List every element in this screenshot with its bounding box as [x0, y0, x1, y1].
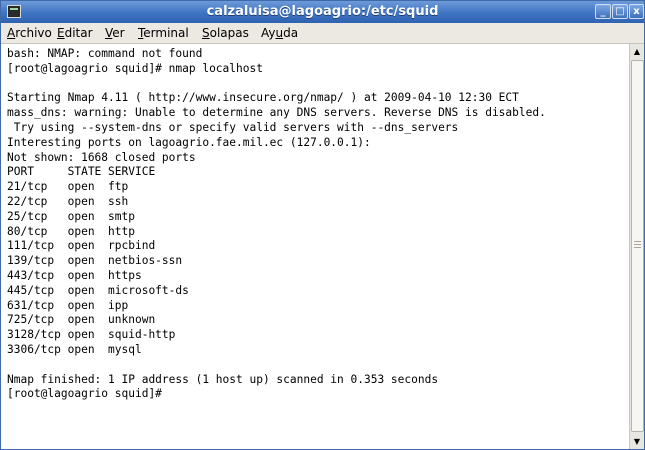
terminal-line: mass_dns: warning: Unable to determine a…	[7, 106, 546, 120]
maximize-button[interactable]: □	[612, 4, 628, 19]
terminal-line: 3306/tcp open mysql	[7, 342, 142, 356]
menu-ver[interactable]: Ver	[105, 26, 125, 41]
terminal-line: [root@lagoagrio squid]#	[7, 387, 162, 401]
terminal-line: 3128/tcp open squid-http	[7, 328, 176, 342]
menu-bar: Archivo Editar Ver Terminal Solapas Ayud…	[1, 23, 644, 44]
terminal-line: Interesting ports on lagoagrio.fae.mil.e…	[7, 135, 371, 149]
terminal-line: 443/tcp open https	[7, 268, 142, 282]
terminal-line: 25/tcp open smtp	[7, 209, 135, 223]
terminal-line: Starting Nmap 4.11 ( http://www.insecure…	[7, 91, 519, 105]
terminal-line: 111/tcp open rpcbind	[7, 239, 156, 253]
terminal-line: Try using --system-dns or specify valid …	[7, 120, 459, 134]
terminal-line: Nmap finished: 1 IP address (1 host up) …	[7, 372, 439, 386]
terminal-line: [root@lagoagrio squid]# nmap localhost	[7, 61, 263, 75]
menu-solapas[interactable]: Solapas	[202, 26, 249, 41]
terminal-line: 22/tcp open ssh	[7, 194, 129, 208]
menu-archivo[interactable]: Archivo	[7, 26, 52, 41]
terminal-text[interactable]: bash: NMAP: command not found [root@lago…	[2, 44, 629, 402]
terminal-line: 445/tcp open microsoft-ds	[7, 283, 189, 297]
terminal-line: bash: NMAP: command not found	[7, 47, 203, 60]
terminal-window: calzaluisa@lagoagrio:/etc/squid _ □ x Ar…	[0, 0, 645, 450]
close-button[interactable]: x	[629, 4, 644, 19]
minimize-button[interactable]: _	[595, 4, 611, 19]
terminal-output[interactable]: bash: NMAP: command not found [root@lago…	[2, 44, 629, 449]
terminal-line: 139/tcp open netbios-ssn	[7, 254, 183, 268]
terminal-line: Not shown: 1668 closed ports	[7, 150, 196, 164]
title-bar[interactable]: calzaluisa@lagoagrio:/etc/squid _ □ x	[1, 1, 644, 23]
menu-editar[interactable]: Editar	[57, 26, 93, 41]
scroll-up-arrow-icon[interactable]: ▲	[631, 46, 643, 57]
menu-terminal[interactable]: Terminal	[138, 26, 189, 41]
window-title: calzaluisa@lagoagrio:/etc/squid	[206, 4, 439, 19]
menu-ayuda[interactable]: Ayuda	[261, 26, 298, 41]
scroll-down-arrow-icon[interactable]: ▼	[631, 436, 643, 447]
vertical-scrollbar[interactable]: ▲ ▼	[629, 44, 644, 449]
thumb-grip	[634, 247, 641, 248]
thumb-grip	[634, 241, 641, 242]
scrollbar-thumb[interactable]	[631, 60, 644, 432]
terminal-line: 21/tcp open ftp	[7, 180, 129, 194]
terminal-line: PORT STATE SERVICE	[7, 165, 156, 179]
terminal-line: 725/tcp open unknown	[7, 313, 156, 327]
terminal-line: 80/tcp open http	[7, 224, 135, 238]
terminal-line: 631/tcp open ipp	[7, 298, 129, 312]
thumb-grip	[634, 244, 641, 245]
